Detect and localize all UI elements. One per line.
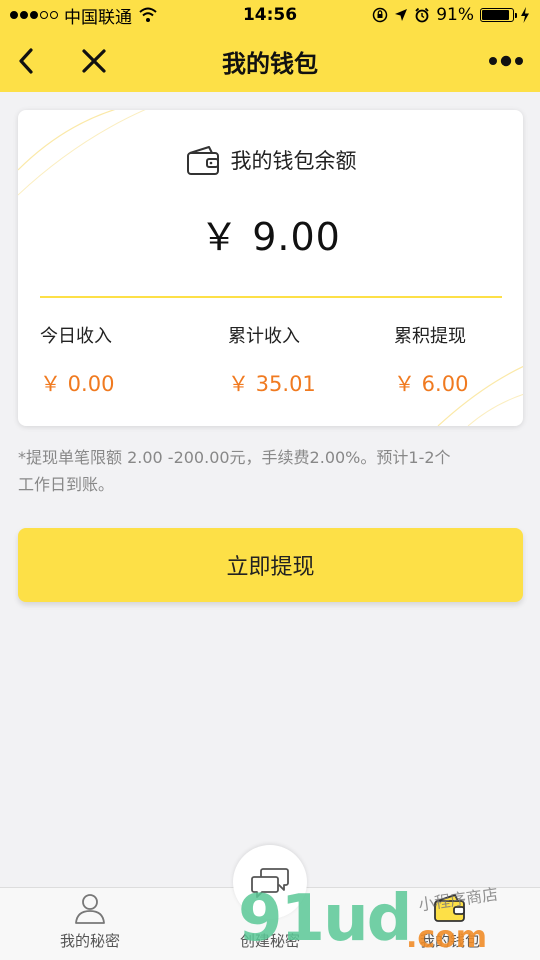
wifi-icon [139, 7, 157, 22]
chat-bubbles-icon [251, 868, 289, 898]
tab-label: 我的钱包 [419, 932, 480, 950]
battery-fill [482, 10, 510, 20]
stat-value: ￥ 35.01 [228, 372, 316, 396]
status-right: 91% [372, 5, 530, 25]
stat-label: 累计收入 [228, 326, 300, 347]
notice-line-1: *提现单笔限额 2.00 -200.00元，手续费2.00%。预计1-2个 [18, 448, 451, 467]
close-button[interactable] [72, 30, 116, 92]
alarm-icon [415, 7, 429, 23]
more-button[interactable] [486, 30, 526, 92]
card-divider [40, 296, 502, 298]
status-left: 中国联通 [10, 3, 158, 28]
stat-label: 累积提现 [394, 326, 466, 347]
tab-my-secrets[interactable]: 我的秘密 [0, 888, 180, 960]
stat-value: ￥ 0.00 [40, 372, 115, 396]
carrier-label: 中国联通 [64, 7, 132, 28]
wallet-card: 我的钱包余额 ￥ 9.00 今日收入 ￥ 0.00 累计收入 ￥ 35.01 累… [18, 110, 523, 426]
stat-total-income: 累计收入 ￥ 35.01 [228, 322, 316, 398]
tab-label: 创建秘密 [239, 932, 300, 950]
location-icon [395, 9, 408, 21]
more-icon [489, 55, 523, 67]
page-title: 我的钱包 [222, 49, 318, 78]
back-button[interactable] [6, 30, 46, 92]
balance-amount: ￥ 9.00 [200, 215, 341, 259]
nav-bar: 我的钱包 [0, 30, 540, 92]
withdraw-notice: *提现单笔限额 2.00 -200.00元，手续费2.00%。预计1-2个 工作… [18, 444, 524, 498]
balance-header-label: 我的钱包余额 [230, 149, 357, 173]
status-bar: 中国联通 14:56 91% [0, 0, 540, 30]
battery-percent: 91% [436, 5, 474, 25]
rotation-lock-icon [372, 7, 388, 23]
user-icon [75, 894, 105, 924]
chevron-left-icon [19, 48, 33, 74]
notice-line-2: 工作日到账。 [18, 475, 115, 494]
create-secret-button[interactable] [233, 845, 307, 919]
stat-label: 今日收入 [40, 326, 112, 347]
wallet-icon [434, 894, 465, 922]
tab-label: 我的秘密 [59, 932, 120, 950]
balance-header: 我的钱包余额 [18, 144, 523, 176]
stat-total-withdrawn: 累积提现 ￥ 6.00 [394, 322, 468, 398]
signal-dots-icon [10, 11, 58, 19]
stat-today-income: 今日收入 ￥ 0.00 [40, 322, 114, 398]
tab-my-wallet[interactable]: 我的钱包 [360, 888, 540, 960]
withdraw-button[interactable]: 立即提现 [18, 528, 523, 602]
wallet-icon [186, 146, 219, 175]
stat-value: ￥ 6.00 [394, 372, 469, 396]
close-icon [82, 49, 106, 73]
battery-icon [480, 8, 517, 22]
charging-icon [521, 7, 529, 23]
